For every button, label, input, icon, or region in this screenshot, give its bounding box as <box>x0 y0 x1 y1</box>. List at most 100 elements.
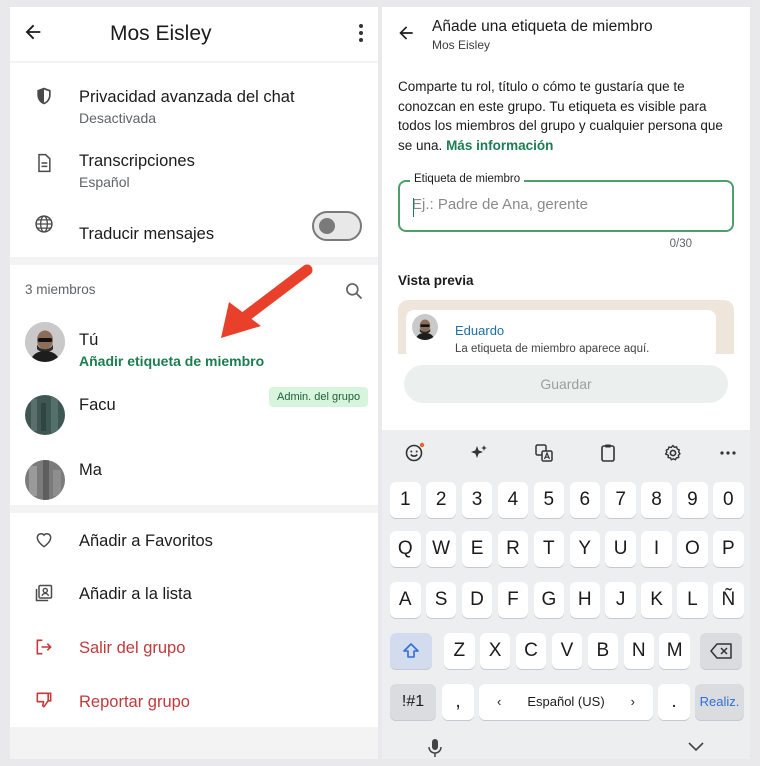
action-key[interactable]: Realiz. <box>695 684 744 720</box>
settings-item-subtitle: Español <box>79 174 130 190</box>
member-name: Tú <box>79 331 99 349</box>
comma-key[interactable]: , <box>442 684 474 720</box>
translate-icon[interactable] <box>531 440 557 466</box>
chevron-right-icon: › <box>630 694 635 709</box>
action-label: Reportar grupo <box>79 693 190 711</box>
emoji-icon[interactable] <box>401 440 427 466</box>
more-icon[interactable] <box>715 440 741 466</box>
key-l[interactable]: L <box>677 582 708 618</box>
microphone-icon[interactable] <box>428 739 442 757</box>
action-label: Añadir a Favoritos <box>79 532 213 550</box>
key-1[interactable]: 1 <box>390 482 421 518</box>
clipboard-icon[interactable] <box>595 440 621 466</box>
ai-sparkle-icon[interactable] <box>466 440 492 466</box>
key-5[interactable]: 5 <box>533 482 565 518</box>
text-caret <box>413 198 414 217</box>
keyboard-toolbar <box>382 430 750 472</box>
key-7[interactable]: 7 <box>605 482 636 518</box>
shift-arrow-icon <box>403 643 419 658</box>
chevron-left-icon: ‹ <box>497 694 502 709</box>
shift-key[interactable] <box>390 633 432 669</box>
more-options-icon[interactable] <box>358 24 364 44</box>
spacebar-key[interactable]: ‹ Español (US) › <box>479 684 653 720</box>
keyboard-nav-strip <box>382 739 750 759</box>
more-info-link[interactable]: Más información <box>446 138 553 153</box>
character-counter: 0/30 <box>669 238 692 250</box>
search-icon[interactable] <box>344 281 364 301</box>
settings-item-title: Privacidad avanzada del chat <box>79 88 295 106</box>
key-n[interactable]: N <box>623 633 654 669</box>
page-subtitle: Mos Eisley <box>432 38 491 52</box>
key-w[interactable]: W <box>425 531 457 567</box>
translate-toggle[interactable] <box>312 211 362 241</box>
heart-icon <box>36 533 52 548</box>
key-r[interactable]: R <box>497 531 529 567</box>
contact-list-icon <box>35 584 53 602</box>
group-settings-section: Privacidad avanzada del chat Desactivada… <box>10 63 378 257</box>
field-label: Etiqueta de miembro <box>410 173 525 185</box>
key-y[interactable]: Y <box>569 531 600 567</box>
key-h[interactable]: H <box>569 582 600 618</box>
avatar <box>25 460 65 500</box>
key-x[interactable]: X <box>479 633 511 669</box>
red-arrow-annotation <box>221 264 313 338</box>
key-k[interactable]: K <box>641 582 672 618</box>
action-label: Salir del grupo <box>79 639 186 657</box>
key-9[interactable]: 9 <box>677 482 708 518</box>
settings-item-title: Transcripciones <box>79 152 195 170</box>
group-actions-section: Añadir a Favoritos Añadir a la lista Sal… <box>10 513 378 727</box>
key-z[interactable]: Z <box>444 633 475 669</box>
back-arrow-icon[interactable] <box>396 23 416 43</box>
members-count: 3 miembros <box>25 282 96 297</box>
key-d[interactable]: D <box>461 582 493 618</box>
key-b[interactable]: B <box>587 633 619 669</box>
preview-card: Eduardo La etiqueta de miembro aparece a… <box>398 300 734 354</box>
backspace-key[interactable] <box>700 633 742 669</box>
chevron-down-icon[interactable] <box>688 742 704 752</box>
key-s[interactable]: S <box>425 582 457 618</box>
member-tag-panel: Añade una etiqueta de miembro Mos Eisley… <box>382 7 750 759</box>
member-tag-description: Comparte tu rol, título o cómo te gustar… <box>398 77 738 155</box>
key-8[interactable]: 8 <box>641 482 672 518</box>
action-label: Añadir a la lista <box>79 585 192 603</box>
key-q[interactable]: Q <box>390 531 421 567</box>
member-tag-input[interactable] <box>412 196 722 213</box>
key-2[interactable]: 2 <box>425 482 457 518</box>
key-f[interactable]: F <box>497 582 529 618</box>
preview-text: La etiqueta de miembro aparece aquí. <box>455 343 650 354</box>
settings-item-title: Traducir mensajes <box>79 225 215 243</box>
shield-icon <box>37 87 51 105</box>
key-j[interactable]: J <box>605 582 636 618</box>
key-i[interactable]: I <box>641 531 672 567</box>
key-ñ[interactable]: Ñ <box>713 582 744 618</box>
admin-badge: Admin. del grupo <box>269 387 369 407</box>
preview-heading: Vista previa <box>398 273 474 288</box>
key-3[interactable]: 3 <box>461 482 493 518</box>
symbols-key[interactable]: !#1 <box>390 684 436 720</box>
key-c[interactable]: C <box>515 633 547 669</box>
key-o[interactable]: O <box>677 531 708 567</box>
avatar <box>412 314 438 340</box>
key-0[interactable]: 0 <box>713 482 744 518</box>
settings-gear-icon[interactable] <box>660 440 686 466</box>
key-a[interactable]: A <box>390 582 421 618</box>
key-e[interactable]: E <box>461 531 493 567</box>
key-t[interactable]: T <box>533 531 565 567</box>
key-p[interactable]: P <box>713 531 744 567</box>
key-v[interactable]: V <box>551 633 583 669</box>
page-title: Añade una etiqueta de miembro <box>432 18 653 35</box>
period-key[interactable]: . <box>658 684 690 720</box>
avatar <box>25 322 65 362</box>
group-info-panel: Mos Eisley Privacidad avanzada del chat … <box>10 7 378 759</box>
back-arrow-icon[interactable] <box>22 21 44 43</box>
group-title: Mos Eisley <box>110 22 212 45</box>
key-4[interactable]: 4 <box>497 482 529 518</box>
key-6[interactable]: 6 <box>569 482 600 518</box>
key-g[interactable]: G <box>533 582 565 618</box>
key-m[interactable]: M <box>659 633 690 669</box>
thumbs-down-icon <box>36 692 52 708</box>
key-u[interactable]: U <box>605 531 636 567</box>
save-button[interactable]: Guardar <box>404 365 728 403</box>
member-tag-field[interactable]: Etiqueta de miembro <box>398 173 734 232</box>
add-member-tag-link[interactable]: Añadir etiqueta de miembro <box>79 353 264 369</box>
